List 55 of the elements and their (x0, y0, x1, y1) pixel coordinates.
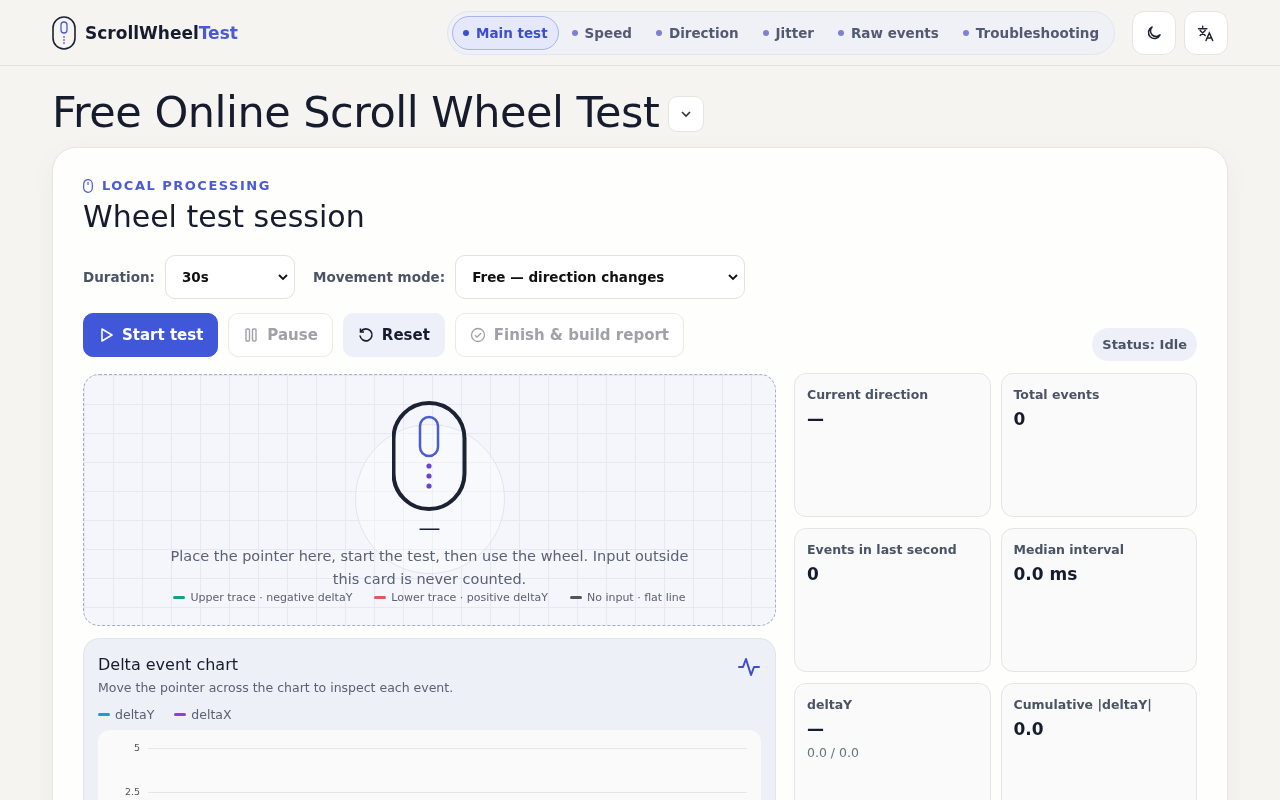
y-tick-label: 5 (132, 742, 140, 753)
chevron-down-icon (277, 273, 288, 281)
pulse-icon (737, 655, 761, 679)
legend-label: deltaX (191, 707, 232, 722)
reset-button[interactable]: Reset (342, 312, 445, 357)
brand-name[interactable]: ScrollWheelTest (85, 22, 238, 43)
pause-icon (243, 326, 260, 343)
chart-plot[interactable]: 5 2.5 (98, 730, 761, 800)
stat-label: Events in last second (807, 542, 958, 557)
stat-label: Total events (1013, 387, 1101, 402)
dark-mode-button[interactable] (1132, 10, 1176, 55)
reset-icon (357, 326, 374, 343)
y-tick-label: 2.5 (123, 786, 140, 797)
start-button[interactable]: Start test (83, 312, 219, 357)
mouse-icon (52, 15, 76, 50)
eyebrow-label: LOCAL PROCESSING (102, 178, 271, 193)
nav-tab[interactable]: Jitter (751, 15, 825, 50)
session-title: Wheel test session (83, 199, 366, 235)
nav-tab[interactable]: Troubleshooting (951, 15, 1111, 50)
check-circle-icon (469, 326, 486, 343)
stat-subvalue: 0.0 / 0.0 (807, 745, 860, 760)
legend-label: deltaY (115, 707, 155, 722)
chart-title: Delta event chart (98, 655, 240, 674)
nav-tab[interactable]: Speed (560, 15, 643, 50)
mode-select[interactable]: Free — direction changes (455, 255, 746, 299)
nav-tab[interactable]: Main test (452, 15, 559, 50)
scroll-pad[interactable]: — Place the pointer here, start the test, then use the wheel. Input outside this card is never counted. Upper trace · negative deltaY Lower trace · positive deltaY No input · flat line (83, 374, 776, 626)
stat-value: 0.0 (1013, 719, 1045, 739)
pad-hint: Place the pointer here, start the test, then use the wheel. Input outside this card is never counted. (169, 547, 690, 589)
legend-label: No input · flat line (586, 591, 686, 604)
duration-label: Duration: (83, 269, 155, 285)
stat-label: deltaY (807, 697, 854, 712)
stat-value: — (807, 409, 825, 429)
stat-value: 0.0 ms (1013, 564, 1079, 584)
chart-subtitle: Move the pointer across the chart to inspect each event. (98, 680, 454, 695)
nav-tab[interactable]: Raw events (826, 15, 950, 50)
stat-label: Current direction (807, 387, 930, 402)
page-title: Free Online Scroll Wheel Test (52, 86, 660, 138)
stat-label: Cumulative |deltaY| (1013, 697, 1153, 712)
mode-label: Movement mode: (312, 269, 446, 285)
stat-label: Median interval (1013, 542, 1125, 557)
play-icon (98, 326, 114, 343)
legend-label: Upper trace · negative deltaY (190, 591, 353, 604)
duration-select[interactable]: 30s (164, 255, 295, 299)
mouse-icon (83, 178, 93, 193)
chevron-down-icon (728, 273, 739, 281)
legend-label: Lower trace · positive deltaY (391, 591, 548, 604)
direction-reading: — (418, 515, 441, 541)
language-button[interactable] (1184, 10, 1228, 55)
nav-tab[interactable]: Direction (644, 15, 750, 50)
status-badge: Status: Idle (1092, 328, 1197, 361)
stat-value: 0 (1013, 409, 1027, 429)
stat-value: 0 (807, 564, 820, 584)
stat-value: — (807, 719, 825, 739)
moon-icon (1145, 23, 1163, 42)
